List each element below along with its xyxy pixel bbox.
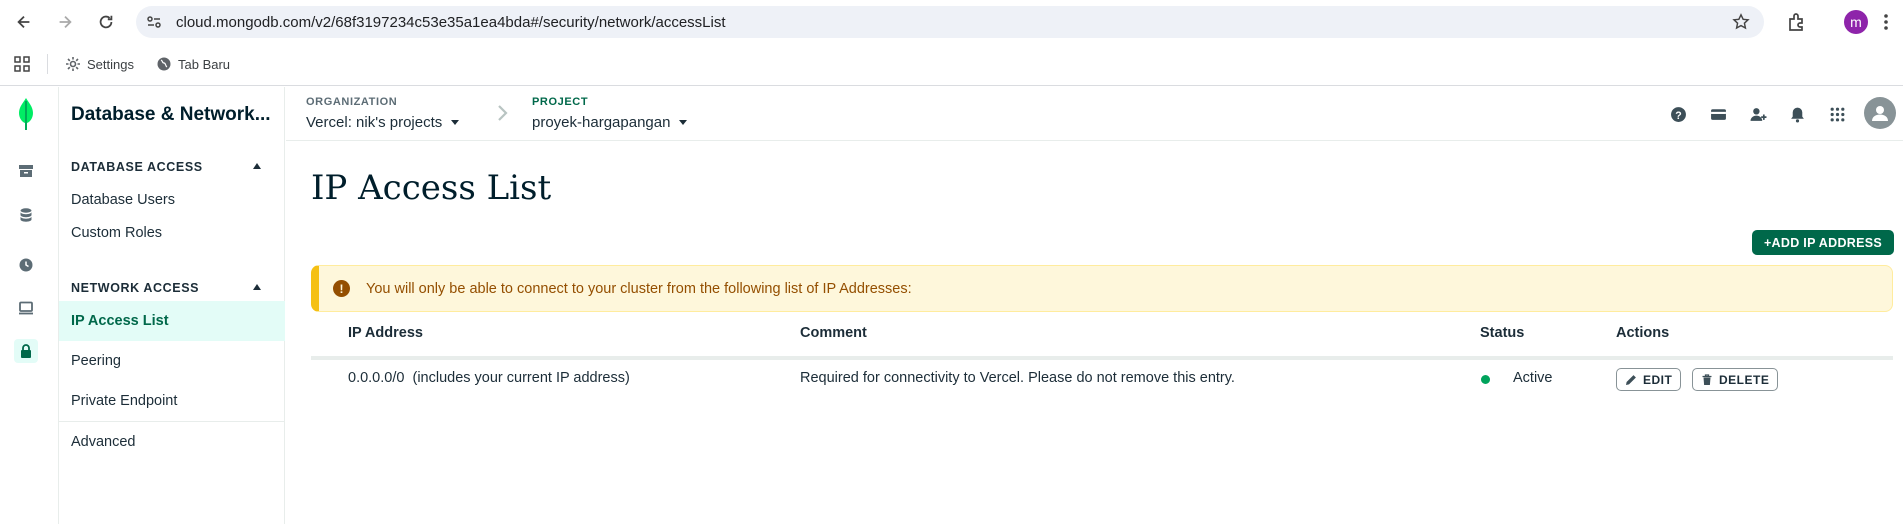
- help-icon[interactable]: ?: [1667, 103, 1689, 125]
- clock-icon[interactable]: [14, 253, 38, 277]
- caret-up-icon[interactable]: [252, 162, 262, 170]
- organization-name: Vercel: nik's projects: [306, 114, 443, 131]
- apps-grid-icon[interactable]: [1826, 103, 1848, 125]
- app-icon-rail: [0, 87, 59, 524]
- globe-icon: [157, 57, 171, 71]
- browser-toolbar: cloud.mongodb.com/v2/68f3197234c53e35a1e…: [0, 0, 1903, 44]
- warning-banner: ! You will only be able to connect to yo…: [311, 265, 1893, 312]
- url-text[interactable]: cloud.mongodb.com/v2/68f3197234c53e35a1e…: [176, 14, 726, 31]
- gear-icon: [66, 57, 80, 71]
- trash-icon: [1702, 373, 1712, 385]
- sidebar-item-ip-access-list[interactable]: IP Access List: [59, 301, 285, 341]
- bookmark-star-icon[interactable]: [1732, 13, 1750, 31]
- monitor-icon[interactable]: [14, 296, 38, 320]
- user-avatar[interactable]: [1864, 97, 1896, 129]
- bookmark-label: Settings: [87, 56, 134, 72]
- billing-card-icon[interactable]: [1707, 103, 1729, 125]
- comment-cell: Required for connectivity to Vercel. Ple…: [800, 370, 1235, 386]
- column-header-status[interactable]: Status: [1480, 325, 1524, 341]
- column-header-comment[interactable]: Comment: [800, 325, 867, 341]
- sidebar: Database & Network... DATABASE ACCESS Da…: [59, 87, 285, 524]
- status-dot-icon: [1481, 375, 1490, 384]
- extensions-icon[interactable]: [1786, 11, 1808, 33]
- warning-icon: !: [333, 280, 350, 297]
- sidebar-item-advanced[interactable]: Advanced: [59, 422, 285, 462]
- address-bar[interactable]: cloud.mongodb.com/v2/68f3197234c53e35a1e…: [136, 6, 1764, 38]
- svg-text:?: ?: [1675, 109, 1681, 121]
- section-header-network-access[interactable]: NETWORK ACCESS: [71, 281, 199, 295]
- back-icon[interactable]: [13, 11, 35, 33]
- table-header-divider: [311, 356, 1893, 360]
- project-label: PROJECT: [532, 96, 589, 108]
- delete-label: DELETE: [1719, 372, 1770, 387]
- user-icon: [1872, 106, 1888, 121]
- edit-button[interactable]: EDIT: [1616, 368, 1682, 391]
- page-title: IP Access List: [311, 168, 552, 208]
- ip-address-cell: 0.0.0.0/0 (includes your current IP addr…: [348, 370, 630, 386]
- bookmarks-bar: [0, 44, 1903, 86]
- bell-icon[interactable]: [1786, 103, 1808, 125]
- banner-text: You will only be able to connect to your…: [366, 281, 912, 297]
- organization-selector[interactable]: Vercel: nik's projects: [306, 114, 460, 131]
- sidebar-item-peering[interactable]: Peering: [59, 341, 285, 381]
- bookmarks-divider: [47, 54, 48, 74]
- sidebar-item-private-endpoint[interactable]: Private Endpoint: [59, 381, 285, 421]
- sidebar-item-custom-roles[interactable]: Custom Roles: [59, 213, 285, 253]
- apps-grid-icon[interactable]: [14, 56, 30, 72]
- bookmark-label: Tab Baru: [178, 56, 231, 72]
- column-header-ip-address[interactable]: IP Address: [348, 325, 423, 341]
- project-selector[interactable]: proyek-hargapangan: [532, 114, 688, 131]
- caret-down-icon: [451, 120, 460, 125]
- add-ip-address-button[interactable]: +ADD IP ADDRESS: [1752, 230, 1894, 255]
- caret-down-icon: [679, 120, 688, 125]
- project-name: proyek-hargapangan: [532, 114, 671, 131]
- status-cell: Active: [1513, 370, 1553, 386]
- reload-icon[interactable]: [95, 11, 117, 33]
- bookmark-settings[interactable]: Settings: [65, 52, 134, 76]
- column-header-actions: Actions: [1616, 325, 1670, 341]
- forward-icon[interactable]: [54, 11, 76, 33]
- section-header-database-access[interactable]: DATABASE ACCESS: [71, 160, 203, 174]
- bookmark-tab-baru[interactable]: Tab Baru: [156, 52, 230, 76]
- project-header: ORGANIZATION Vercel: nik's projects PROJ…: [286, 87, 1903, 141]
- organization-label: ORGANIZATION: [306, 96, 398, 108]
- mongodb-leaf-icon[interactable]: [16, 97, 36, 131]
- archive-icon[interactable]: [14, 159, 38, 183]
- invite-user-icon[interactable]: [1747, 103, 1769, 125]
- chevron-right-icon: [498, 105, 508, 121]
- sidebar-title: Database & Network...: [71, 104, 271, 125]
- profile-avatar[interactable]: m: [1844, 10, 1868, 34]
- caret-up-icon[interactable]: [252, 283, 262, 291]
- delete-button[interactable]: DELETE: [1692, 368, 1779, 391]
- pencil-icon: [1626, 374, 1636, 385]
- browser-menu-icon[interactable]: [1881, 11, 1891, 33]
- database-icon[interactable]: [14, 203, 38, 227]
- lock-icon[interactable]: [14, 339, 38, 363]
- edit-label: EDIT: [1643, 372, 1673, 387]
- site-info-icon[interactable]: [146, 14, 162, 30]
